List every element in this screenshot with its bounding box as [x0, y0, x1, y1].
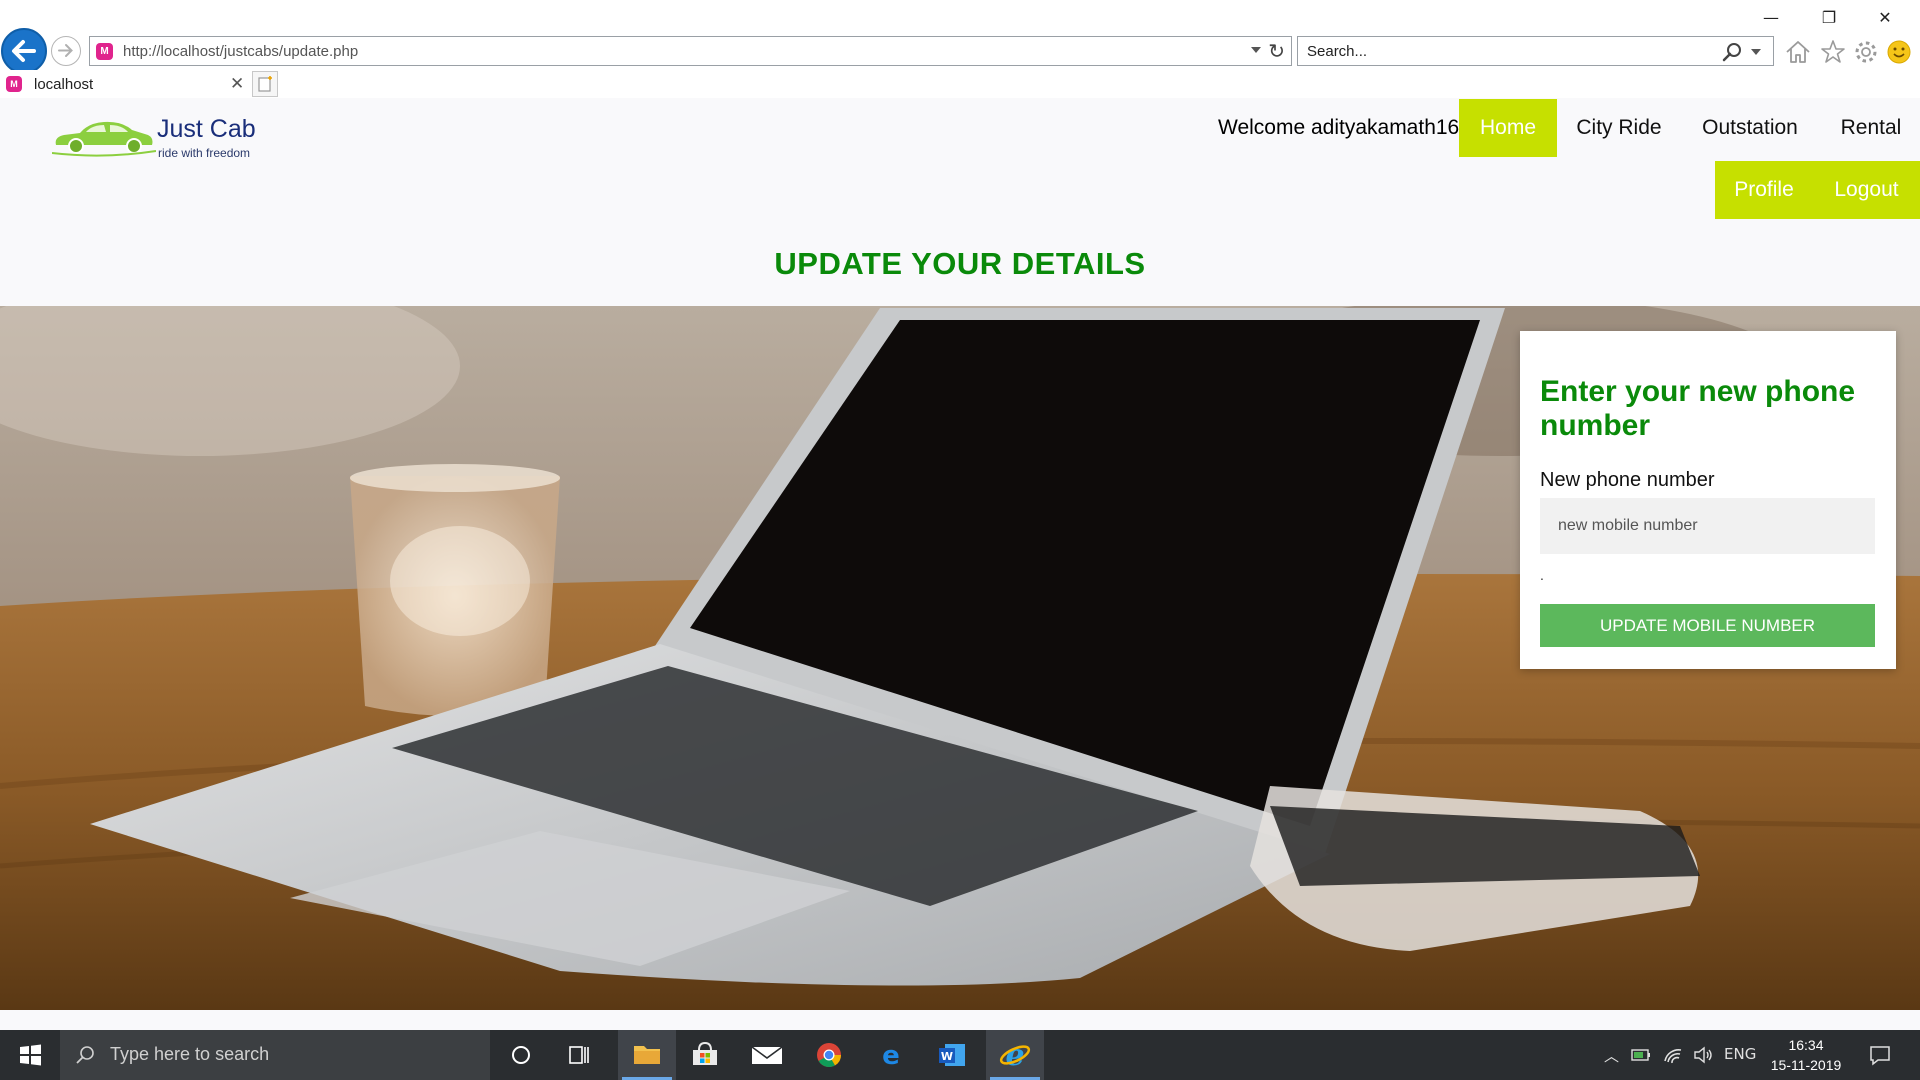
- gear-icon[interactable]: [1851, 37, 1881, 67]
- home-icon[interactable]: [1783, 37, 1813, 67]
- cortana-icon[interactable]: [492, 1030, 550, 1080]
- forward-button[interactable]: [51, 36, 81, 66]
- search-dropdown-icon[interactable]: [1751, 49, 1761, 55]
- internet-explorer-app[interactable]: e: [986, 1030, 1044, 1080]
- arrow-left-icon: [12, 40, 36, 62]
- windows-start-icon[interactable]: [0, 1030, 60, 1080]
- nav-rental[interactable]: Rental: [1826, 99, 1916, 157]
- brand-tagline: ride with freedom: [158, 146, 251, 160]
- minimize-button[interactable]: —: [1748, 4, 1794, 32]
- nav-home[interactable]: Home: [1459, 99, 1557, 157]
- task-view-icon[interactable]: [550, 1030, 608, 1080]
- update-phone-card: Enter your new phone number New phone nu…: [1520, 331, 1896, 669]
- input-language[interactable]: ENG: [1724, 1045, 1756, 1063]
- nav-outstation[interactable]: Outstation: [1688, 99, 1812, 157]
- browser-tab[interactable]: M localhost ✕: [0, 70, 250, 98]
- welcome-message: Welcome adityakamath16 .: [1218, 116, 1471, 139]
- site-favicon-icon: M: [96, 43, 113, 60]
- system-clock[interactable]: 16:34 15-11-2019: [1756, 1035, 1856, 1075]
- taskbar-search-box[interactable]: Type here to search: [60, 1030, 490, 1080]
- search-icon[interactable]: [1721, 41, 1743, 63]
- browser-chrome: — ❐ ✕ M http://localhost/justcabs/update…: [0, 0, 1920, 98]
- tab-favicon-icon: M: [6, 76, 22, 92]
- restore-button[interactable]: ❐: [1806, 4, 1852, 32]
- edge-icon[interactable]: e: [862, 1030, 920, 1080]
- feedback-smiley-icon[interactable]: [1884, 37, 1914, 67]
- notifications-icon[interactable]: [1868, 1043, 1892, 1067]
- form-heading: Enter your new phone number: [1540, 375, 1856, 442]
- clock-time: 16:34: [1788, 1037, 1824, 1053]
- back-button[interactable]: [1, 28, 47, 74]
- chrome-icon[interactable]: [800, 1030, 858, 1080]
- show-hidden-icons-icon[interactable]: ︿: [1604, 1045, 1619, 1066]
- internet-explorer-icon: e: [999, 1038, 1031, 1073]
- new-tab-button[interactable]: [252, 71, 278, 97]
- brand-name: Just Cab: [157, 115, 256, 143]
- close-tab-icon[interactable]: ✕: [230, 74, 244, 94]
- web-page: Just Cab ride with freedom Welcome adity…: [0, 98, 1920, 1030]
- phone-field-label: New phone number: [1540, 469, 1715, 491]
- nav-city-ride[interactable]: City Ride: [1566, 99, 1672, 157]
- favorites-star-icon[interactable]: [1818, 37, 1848, 67]
- page-title: UPDATE YOUR DETAILS: [774, 246, 1146, 281]
- microsoft-store-icon[interactable]: [676, 1030, 734, 1080]
- folder-icon: [634, 1046, 660, 1064]
- volume-icon[interactable]: [1692, 1044, 1714, 1066]
- new-phone-input[interactable]: [1540, 498, 1875, 554]
- windows-taskbar: Type here to search e W e ︿ ENG 16:34 15…: [0, 1030, 1920, 1080]
- nav-logout[interactable]: Logout: [1813, 161, 1920, 219]
- site-logo[interactable]: Just Cab ride with freedom: [52, 108, 262, 166]
- browser-search-placeholder[interactable]: Search...: [1307, 43, 1367, 60]
- arrow-right-icon: [58, 44, 73, 57]
- nav-profile[interactable]: Profile: [1715, 161, 1813, 219]
- update-mobile-button[interactable]: UPDATE MOBILE NUMBER: [1540, 604, 1875, 647]
- svg-text:W: W: [941, 1050, 953, 1063]
- mail-icon[interactable]: [738, 1030, 796, 1080]
- address-bar[interactable]: M http://localhost/justcabs/update.php ↻: [89, 36, 1292, 66]
- svg-text:e: e: [1005, 1038, 1024, 1073]
- close-window-button[interactable]: ✕: [1862, 4, 1908, 32]
- browser-search-box[interactable]: Search...: [1297, 36, 1774, 66]
- svg-text:e: e: [882, 1041, 900, 1071]
- form-note: .: [1540, 567, 1544, 583]
- taskbar-search-placeholder[interactable]: Type here to search: [110, 1044, 269, 1065]
- address-dropdown-icon[interactable]: [1251, 47, 1261, 53]
- file-explorer-app[interactable]: [618, 1030, 676, 1080]
- tab-title[interactable]: localhost: [34, 76, 93, 93]
- refresh-icon[interactable]: ↻: [1268, 39, 1285, 63]
- address-url[interactable]: http://localhost/justcabs/update.php: [123, 43, 358, 60]
- wifi-icon[interactable]: [1662, 1044, 1684, 1066]
- car-logo-icon: [52, 121, 156, 157]
- search-icon: [76, 1046, 94, 1064]
- clock-date: 15-11-2019: [1770, 1057, 1842, 1073]
- battery-icon[interactable]: [1630, 1045, 1652, 1065]
- new-tab-icon: [258, 76, 272, 92]
- word-icon[interactable]: W: [924, 1030, 982, 1080]
